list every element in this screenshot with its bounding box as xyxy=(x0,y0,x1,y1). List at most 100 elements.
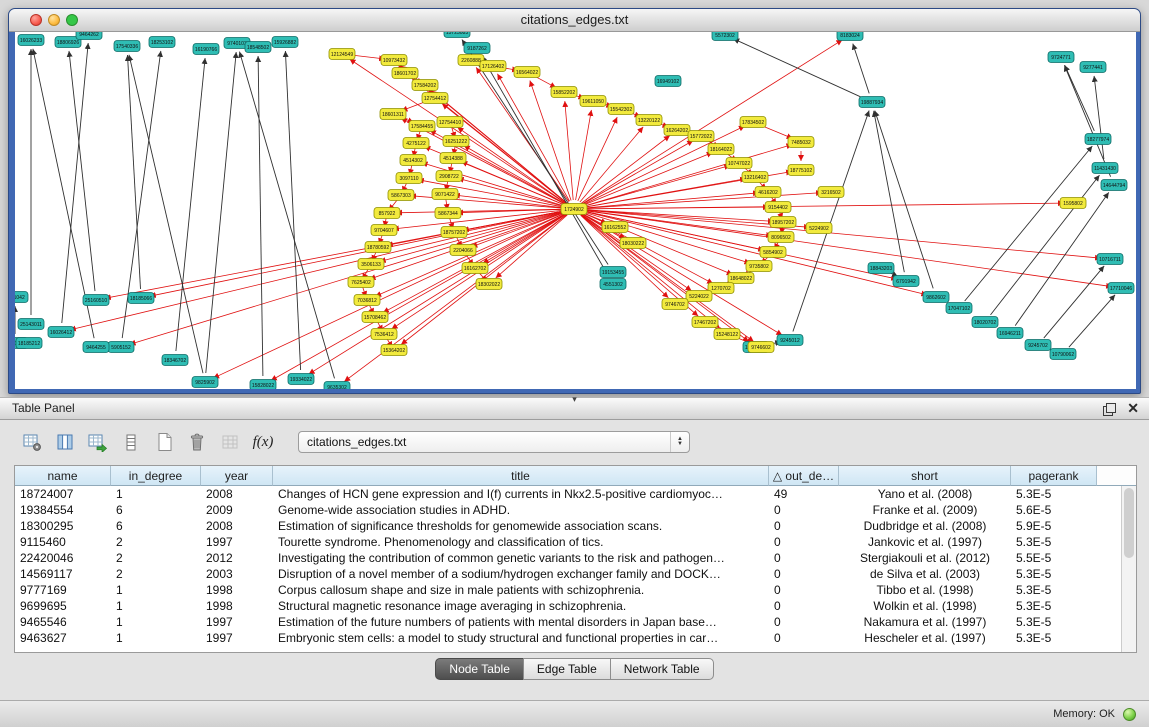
network-node[interactable]: 18185066 xyxy=(128,293,154,304)
network-node[interactable]: 18020702 xyxy=(972,317,998,328)
network-node[interactable]: 9464262 xyxy=(76,32,102,40)
network-edge[interactable] xyxy=(128,55,141,289)
network-node[interactable]: 3506133 xyxy=(358,259,384,270)
network-node[interactable]: 17047102 xyxy=(946,303,972,314)
table-cell[interactable]: 0 xyxy=(769,502,839,518)
network-edge[interactable] xyxy=(761,126,792,139)
network-edge[interactable] xyxy=(581,214,749,341)
network-node[interactable]: 18253102 xyxy=(149,37,175,48)
window-titlebar[interactable]: citations_edges.txt xyxy=(9,9,1140,32)
network-node[interactable]: 7036812 xyxy=(354,295,380,306)
table-cell[interactable]: 2003 xyxy=(201,566,273,582)
table-cell[interactable]: Nakamura et al. (1997) xyxy=(839,614,1011,630)
table-cell[interactable]: Estimation of significance thresholds fo… xyxy=(273,518,769,534)
table-cell[interactable]: Dudbridge et al. (2008) xyxy=(839,518,1011,534)
network-node[interactable]: 3216502 xyxy=(818,187,844,198)
table-cell[interactable]: 2009 xyxy=(201,502,273,518)
network-node[interactable]: 5867344 xyxy=(435,208,461,219)
network-node[interactable]: 9154402 xyxy=(765,202,791,213)
table-cell[interactable]: 5.3E-5 xyxy=(1011,486,1097,502)
network-node[interactable]: 15364202 xyxy=(381,345,407,356)
network-edge[interactable] xyxy=(965,146,1093,301)
table-cell[interactable]: Stergiakouli et al. (2012) xyxy=(839,550,1011,566)
network-node[interactable]: 9635302 xyxy=(324,382,350,390)
network-node[interactable]: 17467202 xyxy=(692,317,718,328)
network-node[interactable]: 19887934 xyxy=(859,97,885,108)
network-node[interactable]: 4275122 xyxy=(403,138,429,149)
network-edge[interactable] xyxy=(583,210,1101,258)
network-node[interactable]: 13220122 xyxy=(636,115,662,126)
network-node[interactable]: 1595802 xyxy=(1060,198,1086,209)
network-node[interactable]: 18601311 xyxy=(380,109,406,120)
network-edge[interactable] xyxy=(1064,65,1110,176)
network-edge[interactable] xyxy=(582,152,712,205)
network-node[interactable]: 9746602 xyxy=(748,342,774,353)
network-node[interactable]: 18185212 xyxy=(16,338,42,349)
network-edge[interactable] xyxy=(69,51,95,291)
network-node[interactable]: 857922 xyxy=(374,208,400,219)
network-edge[interactable] xyxy=(285,51,300,370)
network-node[interactable]: 18780592 xyxy=(365,242,391,253)
table-cell[interactable]: 0 xyxy=(769,566,839,582)
table-row[interactable]: 911546021997Tourette syndrome. Phenomeno… xyxy=(15,534,1136,550)
table-cell[interactable]: 1997 xyxy=(201,614,273,630)
table-row[interactable]: 1938455462009Genome-wide association stu… xyxy=(15,502,1136,518)
network-node[interactable]: 15852202 xyxy=(551,87,577,98)
table-cell[interactable]: 5.3E-5 xyxy=(1011,534,1097,550)
network-node[interactable]: 16190766 xyxy=(193,44,219,55)
minimize-window-button[interactable] xyxy=(48,14,60,26)
network-edge[interactable] xyxy=(581,214,691,291)
network-edge[interactable] xyxy=(258,56,263,376)
network-edge[interactable] xyxy=(576,110,592,200)
table-cell[interactable]: 5.3E-5 xyxy=(1011,598,1097,614)
network-node[interactable]: 25143011 xyxy=(18,319,44,330)
row-list-button[interactable] xyxy=(119,429,143,455)
network-edge[interactable] xyxy=(875,111,933,289)
table-cell[interactable]: 2 xyxy=(111,566,201,582)
table-cell[interactable]: 9463627 xyxy=(15,630,111,646)
table-cell[interactable]: Embryonic stem cells: a model to study s… xyxy=(273,630,769,646)
network-edge[interactable] xyxy=(1044,266,1104,338)
import-table-button[interactable] xyxy=(86,429,110,455)
table-selector[interactable]: citations_edges.txt ▲▼ xyxy=(298,431,690,453)
network-node[interactable]: 9245012 xyxy=(777,335,803,346)
table-cell[interactable]: 1 xyxy=(111,598,201,614)
table-cell[interactable]: 1 xyxy=(111,486,201,502)
table-row[interactable]: 1830029562008Estimation of significance … xyxy=(15,518,1136,534)
network-node[interactable]: 1724902 xyxy=(561,204,587,215)
network-node[interactable]: 18957202 xyxy=(770,217,796,228)
network-node[interactable]: 15828022 xyxy=(250,380,276,390)
network-node[interactable]: 15248122 xyxy=(714,329,740,340)
table-cell[interactable]: de Silva et al. (2003) xyxy=(839,566,1011,582)
table-cell[interactable]: Wolkin et al. (1998) xyxy=(839,598,1011,614)
table-cell[interactable]: 0 xyxy=(769,534,839,550)
close-panel-icon[interactable]: ✕ xyxy=(1127,398,1139,419)
table-cell[interactable]: Tourette syndrome. Phenomenology and cla… xyxy=(273,534,769,550)
network-edge[interactable] xyxy=(733,39,864,99)
network-node[interactable]: 16026233 xyxy=(18,35,44,46)
network-node[interactable]: 10747022 xyxy=(726,158,752,169)
network-edge[interactable] xyxy=(582,141,693,205)
table-cell[interactable]: 9699695 xyxy=(15,598,111,614)
table-cell[interactable]: Hescheler et al. (1997) xyxy=(839,630,1011,646)
network-node[interactable]: 5867303 xyxy=(388,190,414,201)
network-node[interactable]: 18843203 xyxy=(868,263,894,274)
network-node[interactable]: 18346702 xyxy=(162,355,188,366)
network-edge[interactable] xyxy=(583,212,751,264)
function-builder-button[interactable]: f(x) xyxy=(251,429,275,455)
column-header-0[interactable]: name xyxy=(15,466,111,486)
network-node[interactable]: 18277974 xyxy=(1085,134,1111,145)
network-edge[interactable] xyxy=(581,136,670,204)
network-canvas[interactable]: 1602623318806926946426217540336182531021… xyxy=(15,32,1136,389)
network-edge[interactable] xyxy=(535,76,556,87)
splitter-handle[interactable]: ▾ xyxy=(572,395,577,404)
table-row[interactable]: 946554611997Estimation of the future num… xyxy=(15,614,1136,630)
float-panel-icon[interactable] xyxy=(1103,403,1116,414)
network-node[interactable]: 16264202 xyxy=(664,125,690,136)
table-cell[interactable]: Corpus callosum shape and size in male p… xyxy=(273,582,769,598)
network-node[interactable]: 19153455 xyxy=(600,267,626,278)
column-header-1[interactable]: in_degree xyxy=(111,466,201,486)
scrollbar-thumb[interactable] xyxy=(1124,488,1134,558)
network-edge[interactable] xyxy=(582,40,843,204)
network-node[interactable]: 17834502 xyxy=(740,117,766,128)
